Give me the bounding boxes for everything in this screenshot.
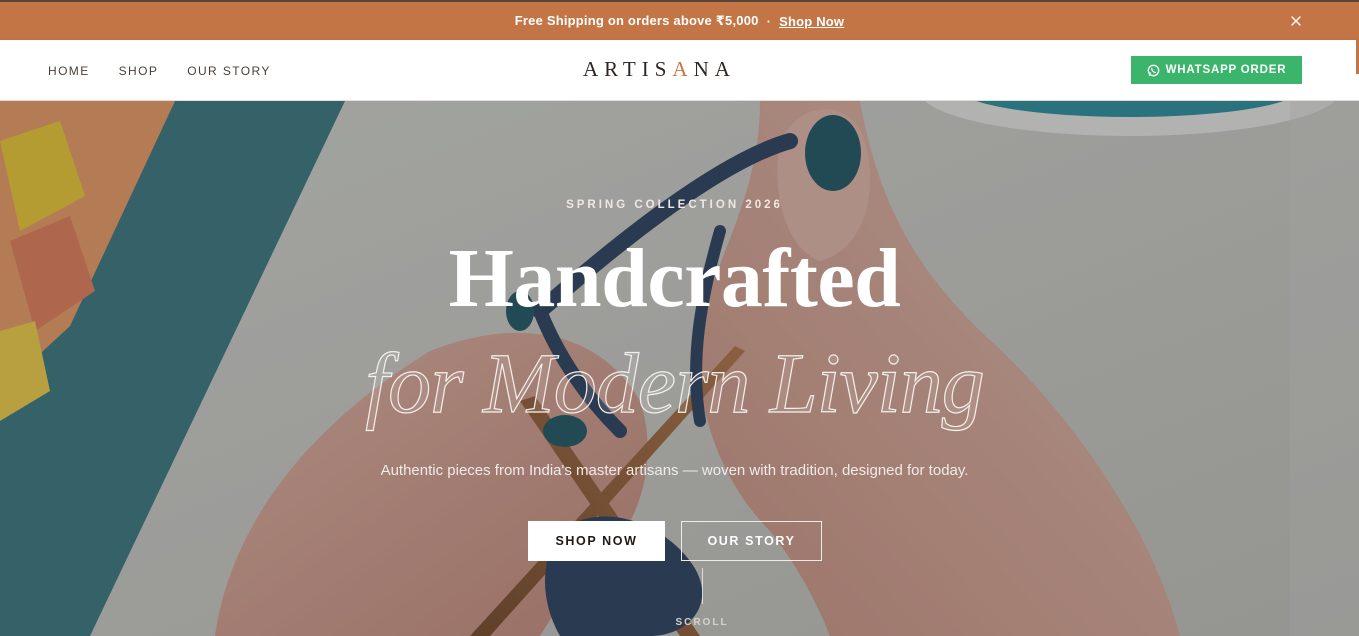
announcement-separator: · xyxy=(766,13,772,29)
nav-our-story[interactable]: OUR STORY xyxy=(187,64,271,78)
hero-eyebrow: SPRING COLLECTION 2026 xyxy=(566,199,783,211)
hero-description: Authentic pieces from India's master art… xyxy=(380,462,969,479)
nav-shop[interactable]: SHOP xyxy=(119,64,159,78)
logo-part-2: NA xyxy=(693,57,736,81)
scroll-indicator-label[interactable]: SCROLL xyxy=(640,617,764,628)
whatsapp-order-label: WHATSAPP ORDER xyxy=(1165,64,1287,76)
our-story-button[interactable]: OUR STORY xyxy=(681,521,822,561)
hero-headline: Handcrafted xyxy=(448,232,901,325)
announcement-bar: Free Shipping on orders above ₹5,000 · S… xyxy=(0,0,1359,40)
scroll-indicator-line xyxy=(702,568,703,604)
logo-accent-letter: A xyxy=(672,57,694,81)
shop-now-button[interactable]: SHOP NOW xyxy=(528,521,665,561)
logo-part-1: ARTIS xyxy=(583,57,673,81)
announcement-shop-now-link[interactable]: Shop Now xyxy=(779,14,844,29)
close-icon-glyph xyxy=(1291,16,1301,26)
hero-section: SPRING COLLECTION 2026 Handcrafted for M… xyxy=(0,101,1359,636)
announcement-text: Free Shipping on orders above ₹5,000 xyxy=(514,13,759,28)
site-header: HOME SHOP OUR STORY ARTISANA WHATSAPP OR… xyxy=(0,40,1359,101)
hero-content: SPRING COLLECTION 2026 Handcrafted for M… xyxy=(0,101,1359,636)
whatsapp-icon xyxy=(1147,64,1160,76)
nav-home[interactable]: HOME xyxy=(48,64,90,78)
whatsapp-order-button[interactable]: WHATSAPP ORDER xyxy=(1131,56,1302,84)
hero-subheadline: for Modern Living xyxy=(365,334,986,431)
brand-logo[interactable]: ARTISANA xyxy=(583,57,763,85)
close-icon[interactable] xyxy=(1289,14,1303,28)
main-nav: HOME SHOP OUR STORY xyxy=(48,40,271,101)
